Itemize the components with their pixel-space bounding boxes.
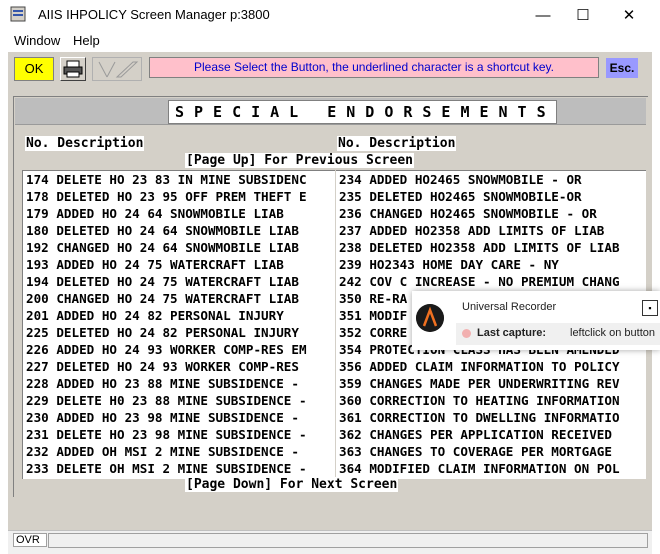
page-up-hint: [Page Up] For Previous Screen [185,153,414,168]
ok-button[interactable]: OK [14,57,54,81]
column-header-left: No. Description [25,136,145,151]
recorder-title: Universal Recorder [462,301,557,313]
list-item[interactable]: 363 CHANGES TO COVERAGE PER MORTGAGE [336,443,646,460]
overwrite-mode-indicator: OVR [13,533,47,547]
list-item[interactable]: 362 CHANGES PER APPLICATION RECEIVED [336,426,646,443]
list-item[interactable]: 174 DELETE HO 23 83 IN MINE SUBSIDENC [23,171,335,188]
list-item[interactable]: 228 ADDED HO 23 88 MINE SUBSIDENCE - [23,375,335,392]
list-item[interactable]: 364 MODIFIED CLAIM INFORMATION ON POL [336,460,646,477]
last-capture-value: leftclick on button [570,327,655,339]
printer-icon [63,60,83,78]
menu-window[interactable]: Window [14,33,60,48]
list-item[interactable]: 356 ADDED CLAIM INFORMATION TO POLICY [336,358,646,375]
page-title: SPECIAL ENDORSEMENTS [168,100,557,124]
page-down-hint: [Page Down] For Next Screen [185,477,399,492]
last-capture-label: Last capture: [477,327,547,339]
list-item[interactable]: 226 ADDED HO 24 93 WORKER COMP-RES EM [23,341,335,358]
status-field [48,533,648,548]
list-item[interactable]: 230 ADDED HO 23 98 MINE SUBSIDENCE - [23,409,335,426]
list-item[interactable]: 193 ADDED HO 24 75 WATERCRAFT LIAB [23,256,335,273]
list-item[interactable]: 236 CHANGED HO2465 SNOWMOBILE - OR [336,205,646,222]
list-item[interactable]: 238 DELETED HO2358 ADD LIMITS OF LIAB [336,239,646,256]
recorder-logo-icon [416,304,444,332]
escape-button[interactable]: Esc. [606,58,638,78]
list-item[interactable]: 359 CHANGES MADE PER UNDERWRITING REV [336,375,646,392]
list-item[interactable]: 239 HO2343 HOME DAY CARE - NY [336,256,646,273]
save-icon[interactable]: ▪ [642,300,658,316]
list-item[interactable]: 200 CHANGED HO 24 75 WATERCRAFT LIAB [23,290,335,307]
print-button[interactable] [60,57,86,81]
list-item[interactable]: 233 DELETE OH MSI 2 MINE SUBSIDENCE - [23,460,335,477]
pencil-icon [98,61,139,78]
list-item[interactable]: 242 COV C INCREASE - NO PREMIUM CHANG [336,273,646,290]
menu-help[interactable]: Help [73,33,100,48]
list-item[interactable]: 235 DELETED HO2465 SNOWMOBILE-OR [336,188,646,205]
record-dot-icon [462,329,471,338]
maximize-button[interactable]: ☐ [560,0,606,30]
app-icon [10,6,26,22]
status-message: Please Select the Button, the underlined… [149,57,599,78]
list-item[interactable]: 227 DELETED HO 24 93 WORKER COMP-RES [23,358,335,375]
endorsement-list-left[interactable]: 174 DELETE HO 23 83 IN MINE SUBSIDENC 178… [22,170,335,479]
list-item[interactable]: 180 DELETED HO 24 64 SNOWMOBILE LIAB [23,222,335,239]
list-item[interactable]: 194 DELETED HO 24 75 WATERCRAFT LIAB [23,273,335,290]
list-item[interactable]: 360 CORRECTION TO HEATING INFORMATION [336,392,646,409]
window-title: AIIS IHPOLICY Screen Manager p:3800 [38,7,270,22]
list-item[interactable]: 192 CHANGED HO 24 64 SNOWMOBILE LIAB [23,239,335,256]
list-item[interactable]: 237 ADDED HO2358 ADD LIMITS OF LIAB [336,222,646,239]
list-item[interactable]: 178 DELETED HO 23 95 OFF PREM THEFT E [23,188,335,205]
list-item[interactable]: 232 ADDED OH MSI 2 MINE SUBSIDENCE - [23,443,335,460]
disabled-edit-button[interactable] [92,57,142,81]
column-header-right: No. Description [337,136,457,151]
list-item[interactable]: 361 CORRECTION TO DWELLING INFORMATIO [336,409,646,426]
list-item[interactable]: 201 ADDED HO 24 82 PERSONAL INJURY [23,307,335,324]
list-item[interactable]: 225 DELETED HO 24 82 PERSONAL INJURY [23,324,335,341]
list-item[interactable]: 231 DELETE HO 23 98 MINE SUBSIDENCE - [23,426,335,443]
list-item[interactable]: 229 DELETE H0 23 88 MINE SUBSIDENCE - [23,392,335,409]
list-item[interactable]: 234 ADDED HO2465 SNOWMOBILE - OR [336,171,646,188]
list-item[interactable]: 179 ADDED HO 24 64 SNOWMOBILE LIAB [23,205,335,222]
close-button[interactable]: ✕ [606,0,652,30]
